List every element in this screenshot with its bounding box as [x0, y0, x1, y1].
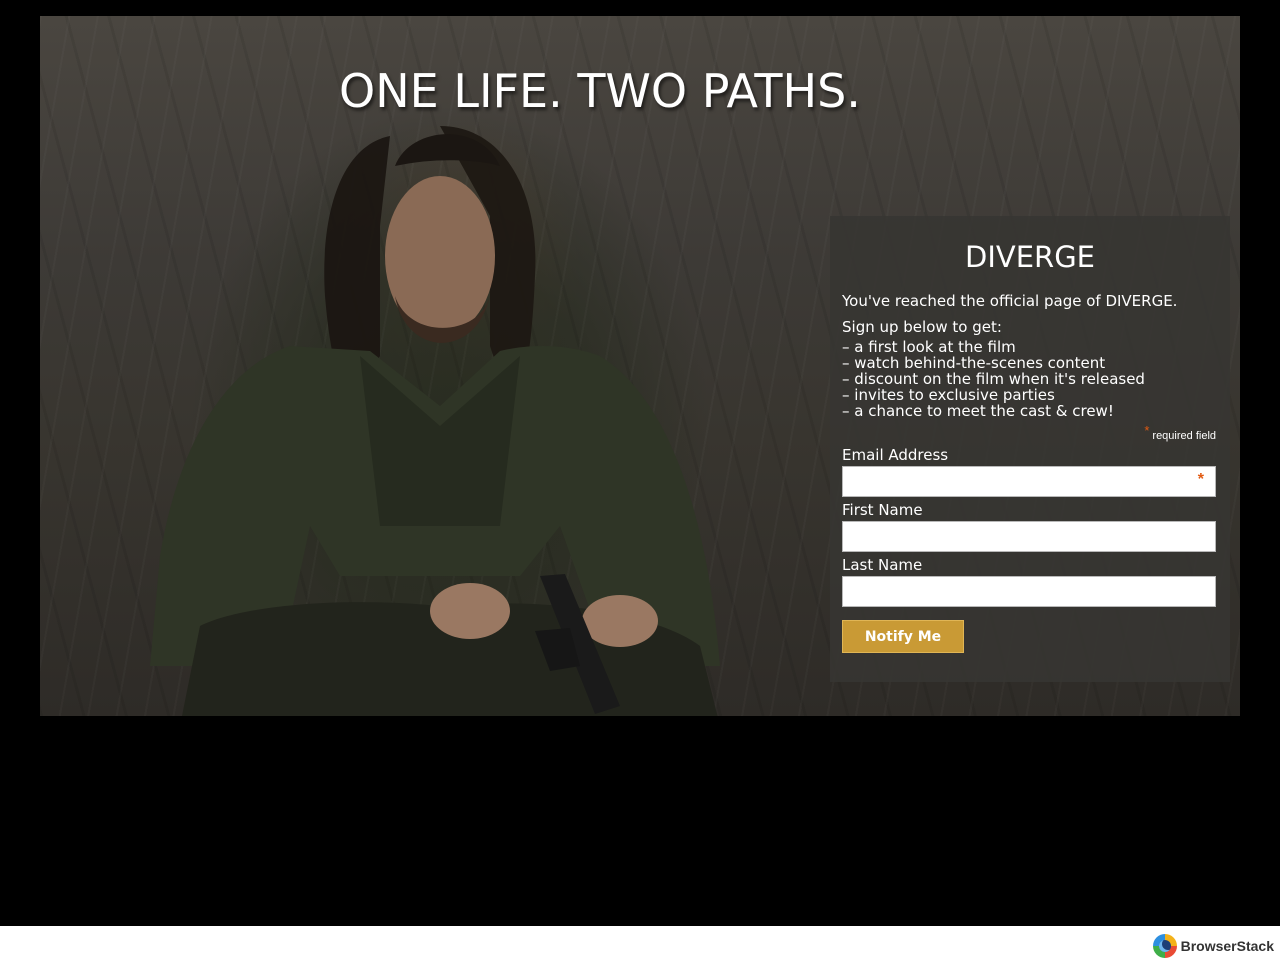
- list-item: a first look at the film: [842, 339, 1218, 355]
- panel-title: DIVERGE: [965, 240, 1095, 274]
- hero-image: ONE LIFE. TWO PATHS. DIVERGE You've reac…: [40, 16, 1240, 716]
- signup-heading: Sign up below to get:: [842, 318, 1002, 336]
- headline: ONE LIFE. TWO PATHS.: [339, 64, 861, 118]
- browserstack-footer: BrowserStack: [0, 926, 1280, 966]
- required-field-note: * required field: [842, 423, 1216, 442]
- required-star: *: [1144, 423, 1150, 438]
- signup-panel: DIVERGE You've reached the official page…: [830, 216, 1230, 682]
- list-item: discount on the film when it's released: [842, 371, 1218, 387]
- email-field[interactable]: [842, 466, 1216, 497]
- email-field-wrap: *: [842, 466, 1216, 497]
- first-name-field[interactable]: [842, 521, 1216, 552]
- first-name-label: First Name: [842, 501, 923, 519]
- man-crouching-image: [150, 126, 720, 716]
- required-note-text: required field: [1152, 430, 1216, 442]
- last-name-field[interactable]: [842, 576, 1216, 607]
- list-item: invites to exclusive parties: [842, 387, 1218, 403]
- browserstack-brand-text: BrowserStack: [1180, 938, 1274, 954]
- browserstack-logo-icon: [1152, 934, 1177, 958]
- list-item: a chance to meet the cast & crew!: [842, 403, 1218, 419]
- notify-me-button[interactable]: Notify Me: [842, 620, 964, 653]
- list-item: watch behind-the-scenes content: [842, 355, 1218, 371]
- last-name-field-wrap: [842, 576, 1216, 607]
- email-label: Email Address: [842, 446, 949, 464]
- last-name-label: Last Name: [842, 556, 923, 574]
- first-name-field-wrap: [842, 521, 1216, 552]
- landing-page: ONE LIFE. TWO PATHS. DIVERGE You've reac…: [0, 0, 1280, 926]
- intro-text: You've reached the official page of DIVE…: [842, 292, 1178, 310]
- browserstack-logo[interactable]: BrowserStack: [1152, 934, 1274, 958]
- perks-list: a first look at the film watch behind-th…: [842, 339, 1218, 419]
- email-required-star: *: [1197, 471, 1204, 488]
